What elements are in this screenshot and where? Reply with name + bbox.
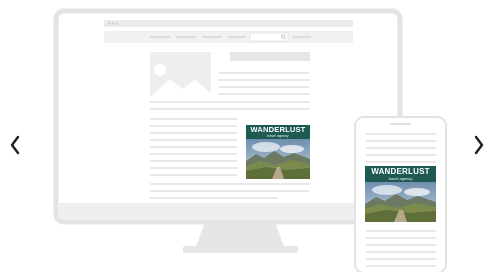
ad-photo-mobile xyxy=(365,182,436,222)
chevron-left-icon xyxy=(10,135,20,155)
ad-banner-mobile[interactable]: WANDERLUST travel agency xyxy=(365,166,436,182)
ad-title: WANDERLUST xyxy=(371,167,430,176)
carousel-next-button[interactable] xyxy=(472,128,486,162)
smartphone-icon xyxy=(354,116,447,272)
carousel-stage: WANDERLUST travel agency WANDERLUST trav… xyxy=(0,0,486,272)
chevron-right-icon xyxy=(474,135,484,155)
ad-subtitle: travel agency xyxy=(388,176,413,181)
carousel-prev-button[interactable] xyxy=(4,128,26,162)
